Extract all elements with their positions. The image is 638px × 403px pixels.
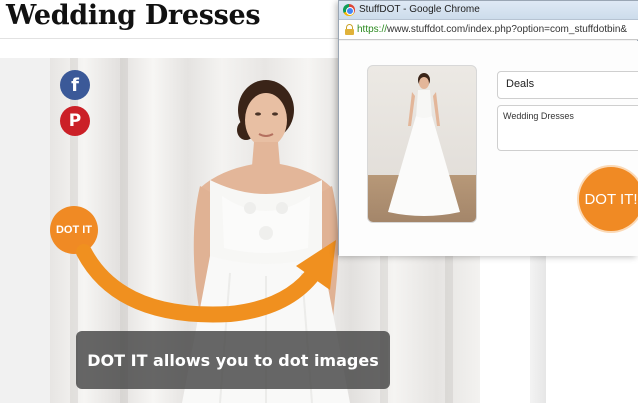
page-right-area	[480, 255, 638, 403]
pinterest-share-icon[interactable]: P	[60, 106, 90, 136]
popup-titlebar[interactable]: StuffDOT - Google Chrome	[339, 1, 638, 20]
description-textarea[interactable]: Wedding Dresses	[497, 105, 638, 151]
left-margin	[0, 58, 50, 403]
lock-icon	[345, 24, 354, 35]
dot-it-badge[interactable]: DOT IT	[50, 206, 98, 254]
popup-address-bar[interactable]: https://www.stuffdot.com/index.php?optio…	[339, 20, 638, 40]
page-title: Wedding Dresses	[6, 0, 261, 31]
thumbnail-bride-figure	[388, 73, 460, 216]
stuffdot-popup-window[interactable]: StuffDOT - Google Chrome https://www.stu…	[338, 0, 638, 256]
popup-window-title: StuffDOT - Google Chrome	[359, 4, 480, 15]
page-right-shadow	[530, 255, 546, 403]
facebook-share-icon[interactable]: f	[60, 70, 90, 100]
url-scheme: https://	[357, 24, 388, 35]
chrome-icon	[343, 4, 355, 16]
dress-thumbnail	[367, 65, 477, 223]
board-select[interactable]: Deals	[497, 71, 638, 99]
popup-body: Deals Wedding Dresses DOT IT!	[339, 41, 638, 256]
header-divider	[0, 38, 340, 39]
popup-url[interactable]: https://www.stuffdot.com/index.php?optio…	[357, 24, 627, 35]
tutorial-caption: DOT IT allows you to dot images	[76, 331, 390, 389]
dot-it-button[interactable]: DOT IT!	[579, 167, 638, 231]
url-path: www.stuffdot.com/index.php?option=com_st…	[387, 24, 628, 35]
page-header: Wedding Dresses	[0, 0, 340, 38]
